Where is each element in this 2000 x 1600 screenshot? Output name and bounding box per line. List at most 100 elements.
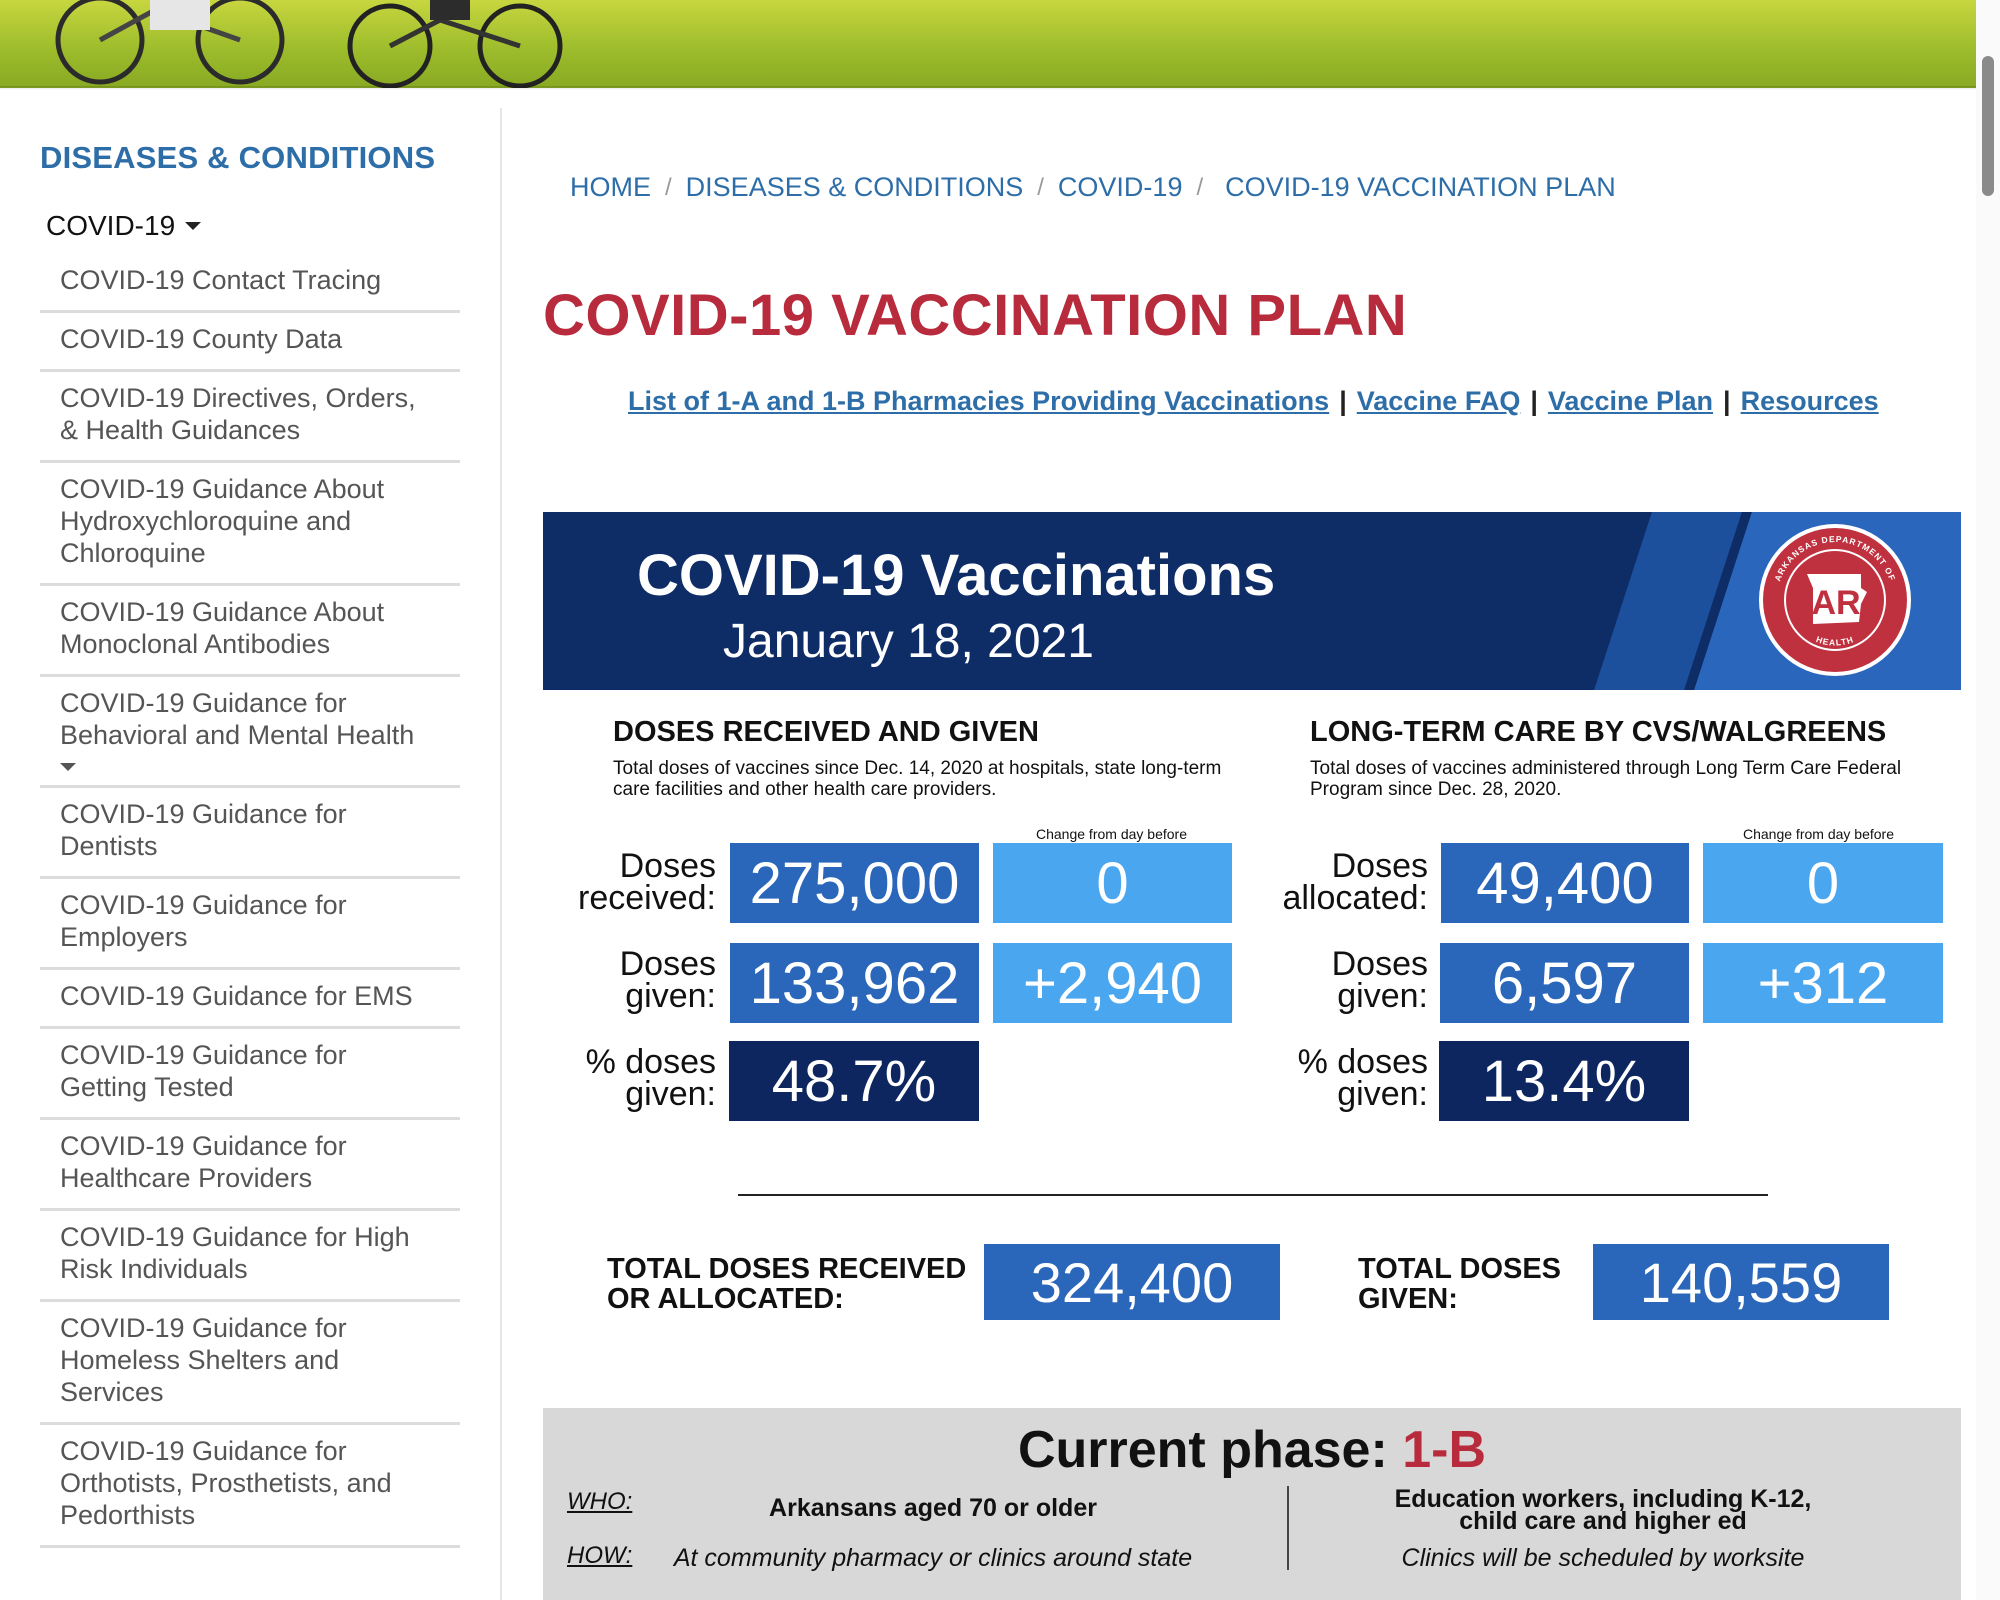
who-right-text: Education workers, including K-12, child… <box>1343 1487 1863 1535</box>
sidebar-item-ems[interactable]: COVID-19 Guidance for EMS <box>40 970 460 1029</box>
bicycle-illustration <box>55 0 285 85</box>
sidebar-item-label: COVID-19 Guidance for High Risk Individu… <box>60 1222 410 1284</box>
label-line: given: <box>625 977 716 1015</box>
total-given-value: 140,559 <box>1593 1244 1889 1320</box>
sidebar-item-label: COVID-19 Guidance for Homeless Shelters … <box>60 1313 347 1407</box>
sidebar-item-label: COVID-19 Guidance About Hydroxychloroqui… <box>60 474 385 568</box>
doses-given-change: +2,940 <box>993 943 1232 1023</box>
link-vaccine-plan[interactable]: Vaccine Plan <box>1548 386 1713 417</box>
link-vaccine-faq[interactable]: Vaccine FAQ <box>1357 386 1521 417</box>
vaccinations-infographic-header: COVID-19 Vaccinations January 18, 2021 A… <box>543 512 1961 690</box>
how-tag: HOW: <box>567 1542 633 1569</box>
label-line: Doses <box>619 847 716 885</box>
caret-down-icon <box>185 222 202 230</box>
label-line: received: <box>578 879 716 917</box>
bicycle-illustration <box>347 0 563 88</box>
change-label: Change from day before <box>1743 826 1894 842</box>
how-right-text: Clinics will be scheduled by worksite <box>1401 1544 1805 1572</box>
link-resources[interactable]: Resources <box>1741 386 1879 417</box>
doses-received-label: Doses received: <box>548 847 716 917</box>
sidebar-item-hydroxychloroquine[interactable]: COVID-19 Guidance About Hydroxychloroqui… <box>40 463 460 586</box>
label-line: TOTAL DOSES <box>1358 1253 1562 1285</box>
label-line: Doses <box>619 945 716 983</box>
sidebar-item-label: COVID-19 Guidance for Behavioral and Men… <box>60 688 415 750</box>
sidebar-item-dentists[interactable]: COVID-19 Guidance for Dentists <box>40 788 460 879</box>
breadcrumb-diseases[interactable]: DISEASES & CONDITIONS <box>686 172 1024 203</box>
total-received-value: 324,400 <box>984 1244 1280 1320</box>
total-received-label: TOTAL DOSES RECEIVED OR ALLOCATED: <box>607 1254 966 1314</box>
sidebar-nav: DISEASES & CONDITIONS COVID-19 COVID-19 … <box>0 90 500 1600</box>
label-line: Doses <box>1331 945 1428 983</box>
sidebar-item-behavioral[interactable]: COVID-19 Guidance for Behavioral and Men… <box>40 677 460 788</box>
section-divider <box>738 1194 1768 1196</box>
header-banner-image <box>0 0 2000 88</box>
label-line: allocated: <box>1282 879 1428 917</box>
page-title: COVID-19 VACCINATION PLAN <box>543 283 1408 348</box>
sidebar-item-contact-tracing[interactable]: COVID-19 Contact Tracing <box>40 254 460 313</box>
label-line: given: <box>625 1075 716 1113</box>
doses-allocated-change: 0 <box>1703 843 1943 923</box>
current-phase-title: Current phase: 1-B <box>543 1420 1961 1480</box>
label-line: GIVEN: <box>1358 1283 1458 1315</box>
doses-given-value: 133,962 <box>730 943 979 1023</box>
sidebar-item-getting-tested[interactable]: COVID-19 Guidance for Getting Tested <box>40 1029 460 1120</box>
link-pharmacies[interactable]: List of 1-A and 1-B Pharmacies Providing… <box>628 386 1329 417</box>
seal-letters: AR <box>1811 584 1860 622</box>
ltc-doses-given-value: 6,597 <box>1440 943 1689 1023</box>
label-line: % doses <box>1297 1043 1428 1081</box>
sidebar-title[interactable]: DISEASES & CONDITIONS <box>40 140 435 176</box>
label-line: % doses <box>585 1043 716 1081</box>
sidebar-item-healthcare-providers[interactable]: COVID-19 Guidance for Healthcare Provide… <box>40 1120 460 1211</box>
breadcrumb-current[interactable]: COVID-19 VACCINATION PLAN <box>1225 172 1616 203</box>
label-line: TOTAL DOSES RECEIVED <box>607 1253 967 1285</box>
doses-allocated-value: 49,400 <box>1441 843 1689 923</box>
doses-allocated-label: Doses allocated: <box>1255 849 1428 917</box>
arkansas-health-seal-logo: ARKANSAS DEPARTMENT OF HEALTH AR <box>1759 524 1911 676</box>
sidebar-item-label: COVID-19 Guidance for Getting Tested <box>60 1040 347 1102</box>
quick-links: List of 1-A and 1-B Pharmacies Providing… <box>628 386 1879 417</box>
left-column-heading: DOSES RECEIVED AND GIVEN <box>613 716 1039 748</box>
page-scrollbar[interactable] <box>1976 0 2000 1600</box>
breadcrumb-home[interactable]: HOME <box>570 172 651 203</box>
label-line: OR ALLOCATED: <box>607 1283 844 1315</box>
sidebar-item-high-risk[interactable]: COVID-19 Guidance for High Risk Individu… <box>40 1211 460 1302</box>
sidebar-item-label: COVID-19 Directives, Orders, & Health Gu… <box>60 383 416 445</box>
sidebar-item-employers[interactable]: COVID-19 Guidance for Employers <box>40 879 460 970</box>
percent-given-value: 48.7% <box>729 1041 979 1121</box>
left-column-description: Total doses of vaccines since Dec. 14, 2… <box>613 758 1222 800</box>
label-line: child care and higher ed <box>1459 1507 1747 1535</box>
sidebar-item-label: COVID-19 County Data <box>60 324 343 354</box>
change-label: Change from day before <box>1036 826 1187 842</box>
doses-given-label: Doses given: <box>548 945 716 1015</box>
sidebar-item-orthotists[interactable]: COVID-19 Guidance for Orthotists, Prosth… <box>40 1425 460 1548</box>
sidebar-item-label: COVID-19 Guidance About Monoclonal Antib… <box>60 597 385 659</box>
infographic-title: COVID-19 Vaccinations <box>637 543 1276 608</box>
doses-received-change: 0 <box>993 843 1232 923</box>
sidebar-item-monoclonal[interactable]: COVID-19 Guidance About Monoclonal Antib… <box>40 586 460 677</box>
who-left-text: Arkansans aged 70 or older <box>769 1494 1097 1522</box>
phase-divider <box>1287 1486 1289 1570</box>
right-column-description: Total doses of vaccines administered thr… <box>1310 758 1902 800</box>
sidebar-item-homeless-shelters[interactable]: COVID-19 Guidance for Homeless Shelters … <box>40 1302 460 1425</box>
sidebar-section-toggle[interactable]: COVID-19 <box>46 210 202 242</box>
sidebar-item-county-data[interactable]: COVID-19 County Data <box>40 313 460 372</box>
breadcrumb: HOME / DISEASES & CONDITIONS / COVID-19 … <box>570 172 1616 203</box>
label-line: given: <box>1337 1075 1428 1113</box>
label-line: given: <box>1337 977 1428 1015</box>
ltc-percent-given-value: 13.4% <box>1439 1041 1689 1121</box>
how-left-text: At community pharmacy or clinics around … <box>673 1544 1193 1572</box>
ltc-percent-given-label: % doses given: <box>1255 1043 1428 1113</box>
sidebar-item-label: COVID-19 Guidance for Healthcare Provide… <box>60 1131 347 1193</box>
breadcrumb-covid[interactable]: COVID-19 <box>1058 172 1183 203</box>
sidebar-item-label: COVID-19 Guidance for EMS <box>60 981 413 1011</box>
link-separator: | <box>1339 386 1347 416</box>
sidebar-divider <box>500 108 502 1600</box>
breadcrumb-separator: / <box>1196 173 1204 201</box>
sidebar-item-directives[interactable]: COVID-19 Directives, Orders, & Health Gu… <box>40 372 460 463</box>
sidebar-item-label: COVID-19 Guidance for Orthotists, Prosth… <box>60 1436 392 1530</box>
ltc-doses-given-label: Doses given: <box>1255 945 1428 1015</box>
scrollbar-thumb[interactable] <box>1982 56 1994 196</box>
ltc-doses-given-change: +312 <box>1703 943 1943 1023</box>
caret-down-icon[interactable] <box>60 763 76 771</box>
percent-given-label: % doses given: <box>548 1043 716 1113</box>
